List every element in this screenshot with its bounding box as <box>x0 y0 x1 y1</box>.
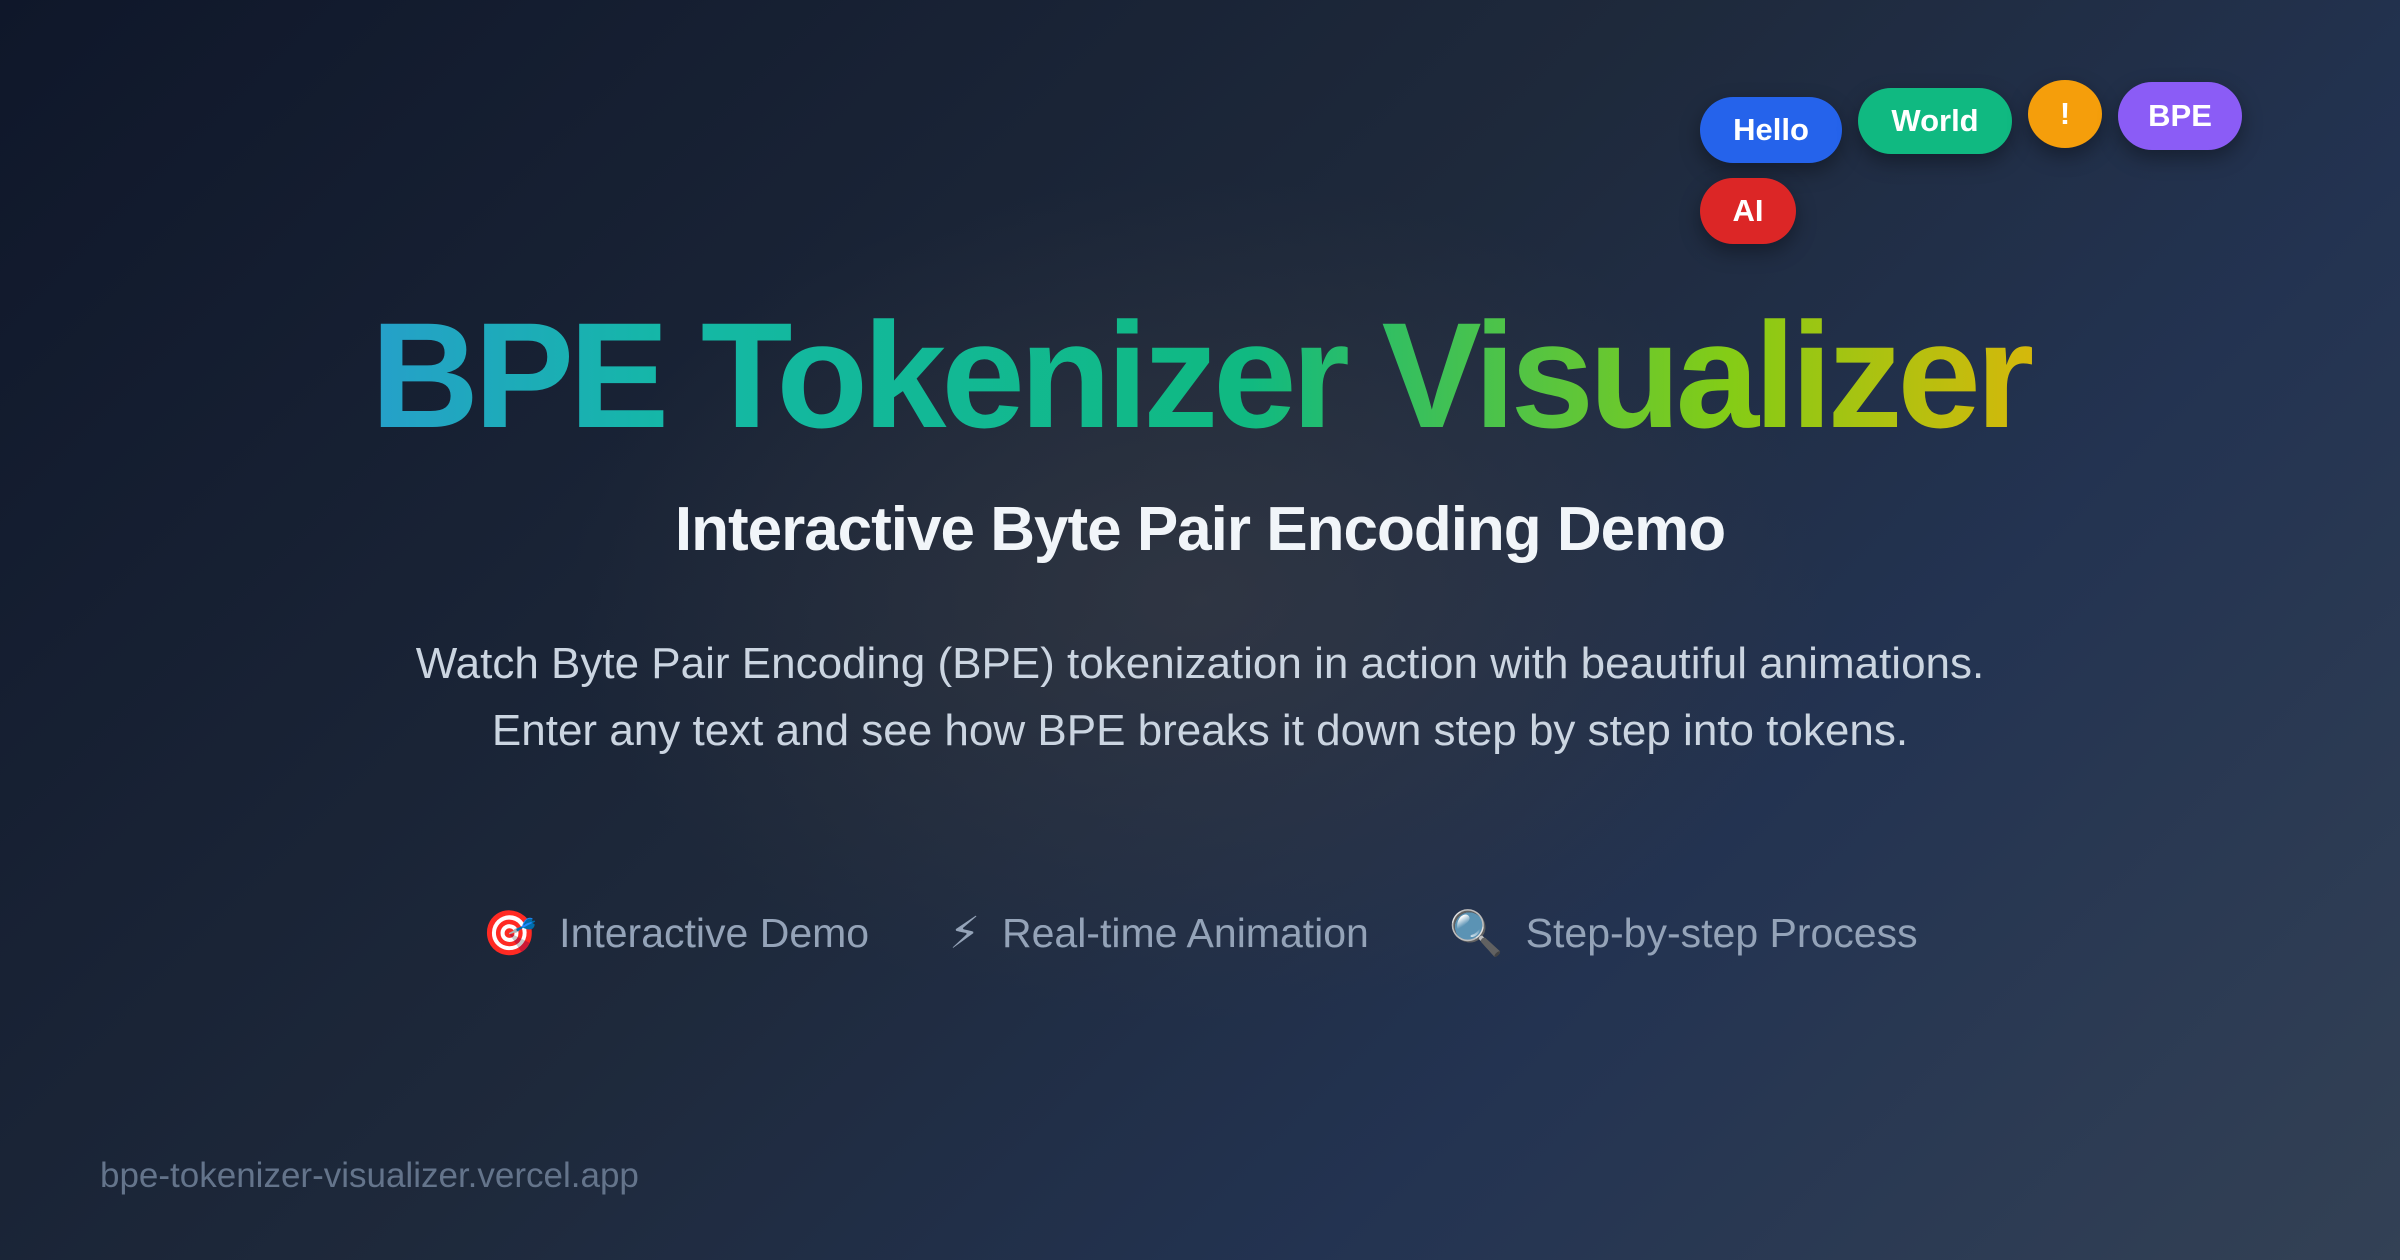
lightning-icon: ⚡ <box>949 908 980 958</box>
feature-interactive-demo: 🎯 Interactive Demo <box>482 910 869 957</box>
feature-label: Interactive Demo <box>559 910 870 956</box>
feature-label: Step-by-step Process <box>1525 910 1918 956</box>
token-world: World <box>1858 88 2012 154</box>
feature-label: Real-time Animation <box>1001 910 1369 956</box>
token-hello: Hello <box>1700 97 1842 163</box>
token-bpe: BPE <box>2118 82 2242 150</box>
magnifier-icon: 🔍 <box>1448 908 1504 958</box>
site-url[interactable]: bpe-tokenizer-visualizer.vercel.app <box>100 1156 639 1196</box>
token-ai: AI <box>1700 178 1796 244</box>
page-subtitle: Interactive Byte Pair Encoding Demo <box>674 495 1726 564</box>
hero-description: Watch Byte Pair Encoding (BPE) tokenizat… <box>415 639 1985 755</box>
feature-realtime-animation: ⚡ Real-time Animation <box>949 910 1369 957</box>
target-icon: 🎯 <box>482 908 538 958</box>
page-title: BPE Tokenizer Visualizer <box>0 290 2400 460</box>
feature-step-by-step: 🔍 Step-by-step Process <box>1449 910 1918 957</box>
floating-tokens: Hello World ! BPE AI <box>0 0 2400 260</box>
token-exclamation: ! <box>2028 80 2102 148</box>
feature-list: 🎯 Interactive Demo ⚡ Real-time Animation… <box>0 910 2400 957</box>
